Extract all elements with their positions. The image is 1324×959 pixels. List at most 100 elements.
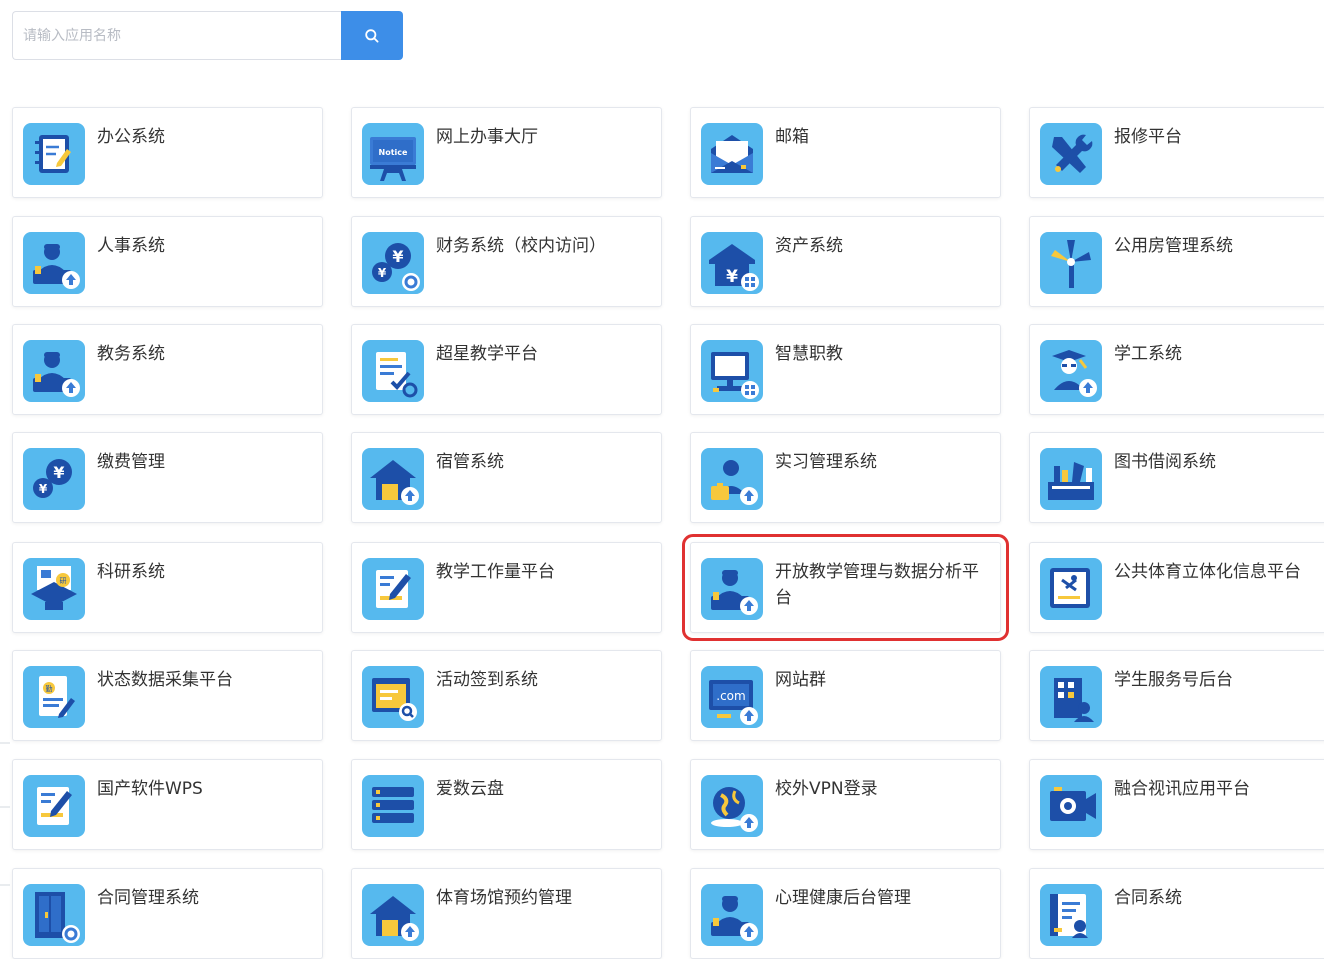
bookshelf-icon	[1040, 448, 1102, 510]
app-card-label: 教务系统	[97, 344, 165, 364]
app-card[interactable]: 人事系统	[12, 216, 323, 307]
asset-house-icon: ¥	[701, 232, 763, 294]
windmill-icon	[1040, 232, 1102, 294]
svg-text:¥: ¥	[53, 463, 64, 482]
app-card-label: 人事系统	[97, 236, 165, 256]
app-card[interactable]: 智慧职教	[690, 324, 1001, 415]
repair-tools-icon	[1040, 123, 1102, 185]
app-card-label: 合同管理系统	[97, 888, 199, 908]
finance-coins-icon: ¥ ¥	[362, 232, 424, 294]
app-card-label: 教学工作量平台	[436, 562, 555, 582]
app-card[interactable]: 合同管理系统	[12, 868, 323, 959]
mail-icon	[701, 123, 763, 185]
app-card[interactable]: 公共体育立体化信息平台	[1029, 542, 1324, 633]
app-card-label: 办公系统	[97, 127, 165, 147]
app-card[interactable]: 超星教学平台	[351, 324, 662, 415]
app-card[interactable]: 心理健康后台管理	[690, 868, 1001, 959]
app-card-label: 缴费管理	[97, 452, 165, 472]
app-card[interactable]: 公用房管理系统	[1029, 216, 1324, 307]
app-card[interactable]: 实习管理系统	[690, 432, 1001, 523]
app-card[interactable]: ¥ 资产系统	[690, 216, 1001, 307]
camera-icon	[1040, 775, 1102, 837]
notice-board-icon: Notice	[362, 123, 424, 185]
app-card[interactable]: 活动签到系统	[351, 650, 662, 741]
data-collect-icon: 勤	[23, 666, 85, 728]
app-card[interactable]: 图书借阅系统	[1029, 432, 1324, 523]
app-card[interactable]: 国产软件WPS	[12, 759, 323, 850]
app-card[interactable]: 研 科研系统	[12, 542, 323, 633]
app-card-label: 网站群	[775, 670, 826, 690]
app-card-label: 学生服务号后台	[1114, 670, 1233, 690]
app-card-label: 活动签到系统	[436, 670, 538, 690]
computer-icon	[701, 340, 763, 402]
app-card[interactable]: 融合视讯应用平台	[1029, 759, 1324, 850]
svg-text:¥: ¥	[726, 267, 738, 287]
svg-text:¥: ¥	[392, 247, 403, 266]
app-card[interactable]: 体育场馆预约管理	[351, 868, 662, 959]
svg-text:Notice: Notice	[379, 148, 409, 157]
app-card-label: 心理健康后台管理	[775, 888, 911, 908]
app-card-label: 实习管理系统	[775, 452, 877, 472]
staff-desk-icon	[23, 340, 85, 402]
notebook-icon	[23, 123, 85, 185]
app-card-label: 校外VPN登录	[775, 779, 878, 799]
app-grid: 办公系统 Notice 网上办事大厅 邮箱 报修平台 人事系统 ¥ ¥ 财务系统（校内访问） ¥ 资…	[0, 0, 1324, 959]
research-icon: 研	[23, 558, 85, 620]
app-card[interactable]: 邮箱	[690, 107, 1001, 198]
svg-text:.com: .com	[716, 689, 745, 703]
app-card[interactable]: 办公系统	[12, 107, 323, 198]
app-card[interactable]: Notice 网上办事大厅	[351, 107, 662, 198]
app-card-label: 公共体育立体化信息平台	[1114, 562, 1301, 582]
svg-text:¥: ¥	[378, 266, 387, 280]
document-check-icon	[362, 340, 424, 402]
staff-desk-icon	[701, 558, 763, 620]
app-card[interactable]: 宿管系统	[351, 432, 662, 523]
app-card[interactable]: 教务系统	[12, 324, 323, 415]
app-card[interactable]: ¥ ¥ 缴费管理	[12, 432, 323, 523]
svg-text:研: 研	[60, 577, 67, 585]
app-card-label: 宿管系统	[436, 452, 504, 472]
app-card-label: 邮箱	[775, 127, 809, 147]
app-card[interactable]: 开放教学管理与数据分析平台	[682, 534, 1009, 641]
app-card[interactable]: 校外VPN登录	[690, 759, 1001, 850]
app-card-label: 图书借阅系统	[1114, 452, 1216, 472]
checkin-board-icon	[362, 666, 424, 728]
staff-desk-icon	[701, 884, 763, 946]
cabinet-gear-icon	[23, 884, 85, 946]
app-card[interactable]: ¥ ¥ 财务系统（校内访问）	[351, 216, 662, 307]
contract-icon	[1040, 884, 1102, 946]
app-card-label: 国产软件WPS	[97, 779, 203, 799]
app-card-label: 学工系统	[1114, 344, 1182, 364]
server-stack-icon	[362, 775, 424, 837]
intern-briefcase-icon	[701, 448, 763, 510]
app-card-label: 状态数据采集平台	[97, 670, 233, 690]
house-icon	[362, 448, 424, 510]
app-card[interactable]: .com 网站群	[690, 650, 1001, 741]
house-icon	[362, 884, 424, 946]
app-card-label: 体育场馆预约管理	[436, 888, 572, 908]
app-card-label: 网上办事大厅	[436, 127, 538, 147]
app-card[interactable]: 报修平台	[1029, 107, 1324, 198]
app-card-label: 公用房管理系统	[1114, 236, 1233, 256]
globe-icon	[701, 775, 763, 837]
app-card-label: 智慧职教	[775, 344, 843, 364]
dotcom-icon: .com	[701, 666, 763, 728]
app-card[interactable]: 勤 状态数据采集平台	[12, 650, 323, 741]
document-pen-icon	[362, 558, 424, 620]
svg-text:勤: 勤	[46, 684, 53, 693]
sports-doc-icon	[1040, 558, 1102, 620]
app-card-label: 爱数云盘	[436, 779, 504, 799]
graduate-icon	[1040, 340, 1102, 402]
app-card-label: 超星教学平台	[436, 344, 538, 364]
svg-text:¥: ¥	[39, 482, 48, 496]
service-building-icon	[1040, 666, 1102, 728]
app-card[interactable]: 教学工作量平台	[351, 542, 662, 633]
app-card-label: 融合视讯应用平台	[1114, 779, 1250, 799]
app-card[interactable]: 学工系统	[1029, 324, 1324, 415]
app-card-label: 报修平台	[1114, 127, 1182, 147]
app-card[interactable]: 合同系统	[1029, 868, 1324, 959]
document-pen-icon	[23, 775, 85, 837]
app-card[interactable]: 爱数云盘	[351, 759, 662, 850]
staff-desk-icon	[23, 232, 85, 294]
app-card[interactable]: 学生服务号后台	[1029, 650, 1324, 741]
